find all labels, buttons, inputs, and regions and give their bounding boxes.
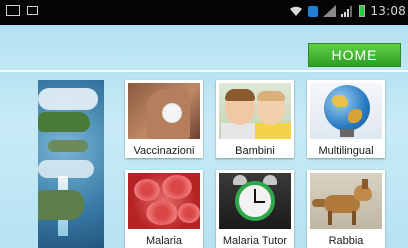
tile-vaccinazioni[interactable]: Vaccinazioni (125, 80, 203, 158)
globe-photo (310, 83, 382, 139)
tile-label: Bambini (235, 145, 275, 157)
tile-label: Multilingual (318, 145, 374, 157)
wifi-icon (290, 6, 303, 16)
tile-rabbia[interactable]: Rabbia (307, 170, 385, 248)
gallery-icon (6, 5, 20, 16)
blood-cells-photo (128, 173, 200, 229)
vaccination-photo (128, 83, 200, 139)
tile-label: Malaria Tutor (222, 235, 288, 247)
tile-multilingual[interactable]: Multilingual (307, 80, 385, 158)
tile-malaria[interactable]: Malaria (125, 170, 203, 248)
alarm-clock-photo (219, 173, 291, 229)
tile-label: Malaria (145, 235, 183, 247)
battery-icon (359, 5, 366, 17)
tile-malaria-tutor[interactable]: Malaria Tutor (216, 170, 294, 248)
tile-label: Rabbia (328, 235, 364, 247)
notification-icon (27, 6, 38, 15)
status-right: 13:08 (289, 4, 406, 18)
earth-image (38, 80, 104, 248)
status-left (6, 5, 38, 16)
children-photo (219, 83, 291, 139)
signal-icon (323, 5, 337, 17)
fox-photo (310, 173, 382, 229)
status-time: 13:08 (370, 4, 406, 18)
tile-label: Vaccinazioni (133, 145, 195, 157)
sim-indicator-icon (308, 5, 319, 17)
status-bar: 13:08 (0, 0, 408, 25)
home-button[interactable]: HOME (308, 43, 401, 67)
header-divider (0, 70, 408, 72)
tile-bambini[interactable]: Bambini (216, 80, 294, 158)
signal-icon (341, 6, 353, 17)
main-content: HOME Vaccinazioni Bambini Multilingual M… (0, 25, 408, 248)
